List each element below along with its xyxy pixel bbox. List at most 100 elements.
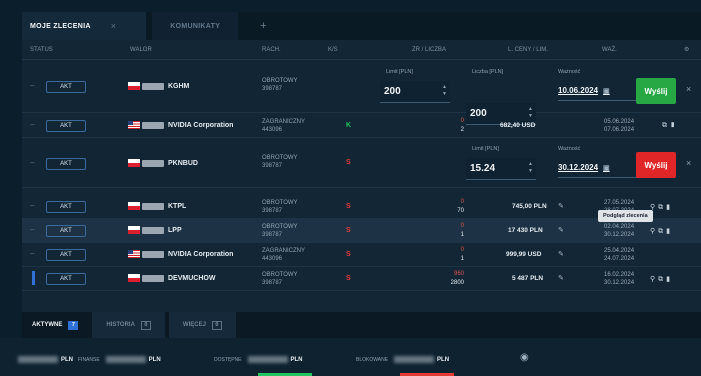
market-badge (142, 121, 164, 129)
market-badge (142, 159, 164, 167)
delete-icon[interactable]: ▮ (666, 204, 673, 211)
market-badge (142, 226, 164, 234)
column-waz[interactable]: WAŻ. (602, 47, 617, 53)
count-badge: 7 (68, 320, 79, 330)
stepper-icon[interactable]: ▲ ▼ (442, 84, 447, 98)
close-icon[interactable]: × (686, 84, 691, 94)
date-from: 05.06.2024 (604, 119, 635, 125)
tab-moje-zlecenia[interactable]: MOJE ZLECENIA × (22, 12, 147, 40)
tab-aktywne[interactable]: AKTYWNE 7 (22, 312, 89, 338)
column-status[interactable]: STATUS (30, 47, 53, 53)
total-quantity: 1 (460, 256, 464, 262)
instrument[interactable]: NVIDIA Corporation (128, 121, 233, 129)
visibility-eye-icon[interactable]: ◉ (520, 352, 529, 363)
copy-icon[interactable]: ⧉ (658, 204, 666, 211)
stepper-icon[interactable]: ▲ ▼ (528, 161, 533, 175)
account-type: OBROTOWY (262, 272, 298, 278)
expand-icon[interactable]: – (30, 201, 34, 210)
side-indicator: K (346, 122, 352, 129)
validity-dates: 02.04.2024 30.12.2024 (604, 223, 634, 239)
account-number: 398787 (262, 163, 283, 169)
settings-icon[interactable]: ⚙ (684, 46, 689, 53)
row-marker (32, 271, 35, 285)
account-number: 443096 (262, 256, 283, 262)
limit-input[interactable]: 15.24 ▲ ▼ (466, 158, 536, 180)
expand-icon[interactable]: – (30, 120, 34, 129)
tab-wiecej[interactable]: WIĘCEJ 0 (168, 312, 236, 338)
close-icon[interactable]: × (111, 21, 117, 31)
table-row[interactable]: – AKT KGHM OBROTOWY 398787 Limit [PLN] 2… (22, 61, 701, 125)
validity-dates: 25.04.2024 24.07.2024 (604, 247, 634, 263)
send-button[interactable]: Wyślij (636, 78, 676, 104)
row-actions: ⚲⧉▮ (650, 227, 673, 236)
date-from: 02.04.2024 (604, 224, 635, 230)
account-type: OBROTOWY (262, 78, 298, 84)
column-l-cena-lim[interactable]: L. CENY / LIM. (508, 47, 548, 53)
instrument[interactable]: KGHM (128, 82, 189, 90)
calendar-icon[interactable]: ▣ (603, 87, 610, 95)
account-number: 398787 (262, 232, 283, 238)
hidden-value (105, 356, 146, 363)
status-badge: AKT (46, 273, 86, 285)
table-row[interactable]: – AKT LPP OBROTOWY 398787 S 0 1 17 430 P… (22, 219, 701, 243)
expand-icon[interactable]: – (30, 225, 34, 234)
balance-label: BLOKOWANE (356, 357, 389, 364)
limit-amount: 745,00 PLN (512, 203, 547, 210)
market-badge (142, 274, 164, 282)
add-tab-icon[interactable]: + (260, 20, 266, 32)
edit-icon[interactable]: ✎ (558, 202, 564, 210)
limit-value: 15.24 (470, 163, 496, 174)
row-actions: ⚲⧉▮ (650, 203, 673, 212)
tab-label: MOJE ZLECENIA (30, 22, 91, 30)
delete-icon[interactable]: ▮ (666, 228, 673, 235)
validity-dates: 16.02.2024 30.12.2024 (604, 271, 634, 287)
tab-historia[interactable]: HISTORIA 0 (92, 312, 165, 338)
copy-icon[interactable]: ⧉ (662, 122, 670, 129)
instrument[interactable]: PKNBUD (128, 159, 198, 167)
send-button[interactable]: Wyślij (636, 152, 676, 178)
instrument[interactable]: NVIDIA Corporation (128, 250, 233, 258)
limit-label: Limit [PLN] (386, 69, 413, 75)
table-row[interactable]: – AKT NVIDIA Corporation ZAGRANICZNY 443… (22, 243, 701, 267)
column-zr-liczba[interactable]: ZR / LICZBA (412, 47, 446, 53)
column-ks[interactable]: K/S (328, 47, 338, 53)
date-from: 16.02.2024 (604, 272, 635, 278)
count-badge: 0 (140, 320, 151, 330)
instrument[interactable]: DEVMUCHOW (128, 274, 215, 282)
edit-icon[interactable]: ✎ (558, 250, 564, 258)
edit-icon[interactable]: ✎ (558, 274, 564, 282)
edit-icon[interactable]: ✎ (558, 226, 564, 234)
tab-label: AKTYWNE (32, 322, 63, 328)
validity-date-input[interactable]: 10.06.2024 ▣ (558, 81, 638, 101)
copy-icon[interactable]: ⧉ (658, 276, 666, 283)
copy-icon[interactable]: ⧉ (658, 228, 666, 235)
tab-komunikaty[interactable]: KOMUNIKATY (152, 12, 239, 40)
validity-date-input[interactable]: 30.12.2024 ▣ (558, 158, 638, 178)
balance-item: BLOKOWANE PLN (356, 356, 449, 363)
delete-icon[interactable]: ▮ (666, 276, 673, 283)
delete-icon[interactable]: ▮ (670, 122, 678, 129)
table-row[interactable]: – AKT NVIDIA Corporation ZAGRANICZNY 443… (22, 114, 701, 138)
close-icon[interactable]: × (686, 158, 691, 168)
filled-quantity: 0 (460, 247, 464, 253)
expand-icon[interactable]: – (30, 158, 34, 167)
preview-icon[interactable]: ⚲ (650, 228, 658, 235)
preview-icon[interactable]: ⚲ (650, 276, 658, 283)
account-type: OBROTOWY (262, 224, 298, 230)
instrument[interactable]: KTPL (128, 202, 186, 210)
instrument[interactable]: LPP (128, 226, 182, 234)
calendar-icon[interactable]: ▣ (603, 164, 610, 172)
expand-icon[interactable]: – (30, 249, 34, 258)
instrument-name: KTPL (168, 202, 187, 210)
hidden-value (394, 356, 435, 363)
table-row[interactable]: – AKT PKNBUD OBROTOWY 398787 S Limit [PL… (22, 138, 701, 188)
status-badge: AKT (46, 201, 86, 213)
column-walor[interactable]: WALOR (130, 47, 152, 53)
poland-flag-icon (128, 274, 140, 282)
limit-amount: 17 430 PLN (508, 227, 543, 234)
table-row[interactable]: AKT DEVMUCHOW OBROTOWY 398787 S 960 2800… (22, 267, 701, 291)
limit-input[interactable]: 200 ▲ ▼ (380, 81, 450, 103)
column-rach[interactable]: RACH. (262, 47, 281, 53)
instrument-name: PKNBUD (168, 159, 198, 167)
expand-icon[interactable]: – (30, 81, 34, 90)
